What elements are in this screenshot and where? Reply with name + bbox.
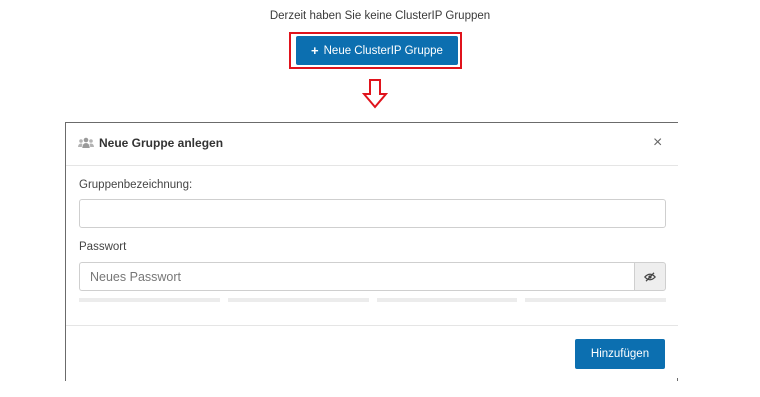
new-clusterip-group-label: Neue ClusterIP Gruppe bbox=[323, 44, 443, 57]
footer-divider bbox=[66, 325, 678, 326]
group-name-input[interactable] bbox=[79, 199, 666, 228]
group-name-label: Gruppenbezeichnung: bbox=[79, 179, 193, 191]
strength-segment bbox=[525, 298, 666, 302]
group-icon bbox=[78, 137, 94, 148]
password-strength-meter bbox=[79, 298, 666, 302]
new-group-dialog: Neue Gruppe anlegen × Gruppenbezeichnung… bbox=[65, 122, 678, 377]
dialog-border-fragment bbox=[677, 378, 678, 381]
eye-slash-icon bbox=[644, 271, 656, 282]
empty-state-message: Derzeit haben Sie keine ClusterIP Gruppe… bbox=[269, 10, 491, 22]
plus-icon: + bbox=[311, 43, 319, 58]
toggle-password-visibility-button[interactable] bbox=[634, 262, 666, 291]
strength-segment bbox=[227, 298, 369, 302]
strength-segment bbox=[79, 298, 220, 302]
password-input[interactable] bbox=[79, 262, 635, 291]
dialog-header: Neue Gruppe anlegen × bbox=[66, 123, 678, 166]
close-icon[interactable]: × bbox=[653, 135, 662, 151]
password-label: Passwort bbox=[79, 241, 127, 253]
new-clusterip-group-button[interactable]: + Neue ClusterIP Gruppe bbox=[296, 36, 458, 65]
dialog-border-fragment bbox=[65, 377, 66, 381]
strength-segment bbox=[376, 298, 518, 302]
down-arrow-icon bbox=[362, 79, 388, 109]
add-button[interactable]: Hinzufügen bbox=[575, 339, 665, 369]
dialog-title: Neue Gruppe anlegen bbox=[99, 136, 224, 150]
